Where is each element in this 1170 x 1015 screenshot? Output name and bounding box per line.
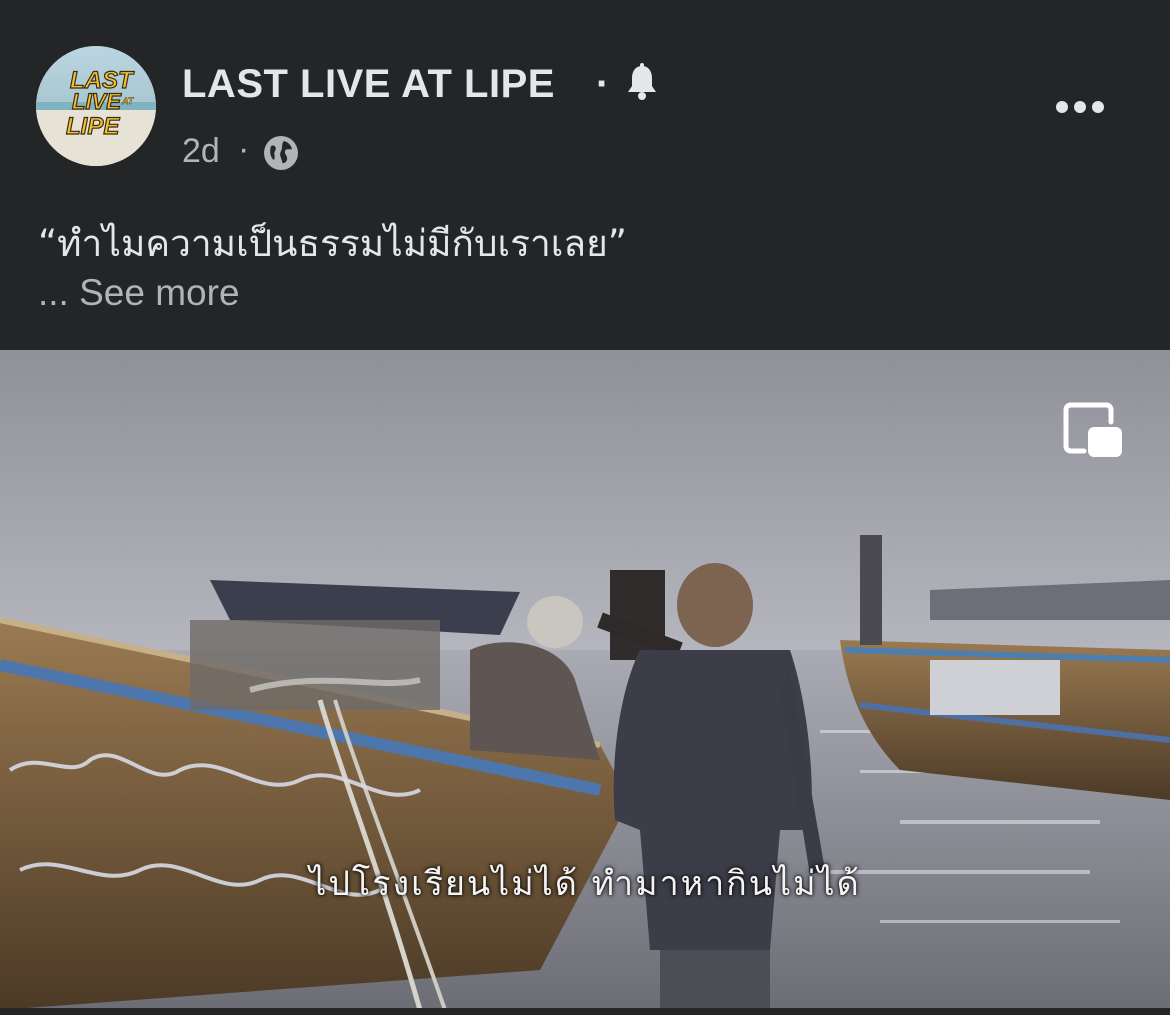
post-header: LAST LIVE AT LIPE LAST LIVE AT LIPE · 2d…: [0, 0, 1170, 350]
post-time[interactable]: 2d: [182, 132, 220, 171]
video-player[interactable]: ไปโรงเรียนไม่ได้ ทำมาหากินไม่ได้: [0, 350, 1170, 1010]
avatar-text-at: AT: [121, 96, 135, 106]
avatar-text-live: LIVE: [72, 89, 122, 114]
name-separator: ·: [596, 62, 610, 106]
see-more-link[interactable]: ... See more: [38, 272, 240, 314]
video-frame: [0, 350, 1170, 1010]
page-name[interactable]: LAST LIVE AT LIPE: [182, 62, 555, 107]
meta-separator: ·: [238, 130, 250, 168]
see-more-label[interactable]: See more: [79, 272, 239, 313]
video-subtitle: ไปโรงเรียนไม่ได้ ทำมาหากินไม่ได้: [309, 864, 861, 904]
picture-in-picture-icon[interactable]: [1060, 400, 1124, 460]
bottom-divider: [0, 1008, 1170, 1015]
page-avatar[interactable]: LAST LIVE AT LIPE: [36, 46, 156, 166]
more-options-icon[interactable]: [1052, 90, 1108, 124]
bell-icon[interactable]: [624, 62, 660, 102]
globe-icon: [264, 136, 298, 170]
avatar-logo: LAST LIVE AT LIPE: [36, 66, 156, 166]
post-text: “ทำไมความเป็นธรรมไม่มีกับเราเลย”: [38, 222, 627, 265]
see-more-ellipsis: ...: [38, 272, 69, 313]
avatar-text-lipe: LIPE: [66, 113, 120, 140]
